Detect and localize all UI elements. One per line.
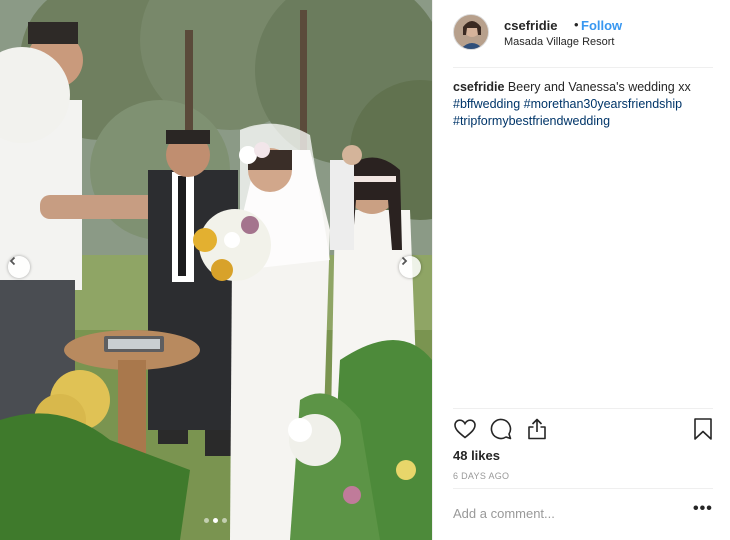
post-location[interactable]: Masada Village Resort bbox=[504, 36, 614, 48]
caption-username[interactable]: csefridie bbox=[453, 80, 504, 94]
chevron-left-icon bbox=[9, 256, 16, 266]
hashtag-link[interactable]: #morethan30yearsfriendship bbox=[524, 97, 682, 111]
heart-icon[interactable] bbox=[453, 417, 477, 441]
comment-icon[interactable] bbox=[489, 417, 513, 441]
share-icon[interactable] bbox=[525, 417, 549, 441]
next-photo-button[interactable] bbox=[399, 256, 421, 278]
post-timestamp[interactable]: 6 DAYS AGO bbox=[453, 471, 509, 481]
like-count[interactable]: 48 likes bbox=[453, 448, 500, 463]
carousel-dots bbox=[204, 518, 227, 523]
caption-text: Beery and Vanessa's wedding xx bbox=[507, 80, 691, 94]
chevron-right-icon bbox=[401, 256, 408, 266]
follow-button[interactable]: Follow bbox=[581, 18, 622, 33]
post-side-panel: csefridie • Follow Masada Village Resort… bbox=[432, 0, 730, 540]
hashtag-link[interactable]: #tripformybestfriendwedding bbox=[453, 114, 610, 128]
post-photo[interactable] bbox=[0, 0, 432, 540]
carousel-dot-active bbox=[213, 518, 218, 523]
wedding-photo-illustration bbox=[0, 0, 432, 540]
previous-photo-button[interactable] bbox=[8, 256, 30, 278]
actions-divider bbox=[453, 408, 713, 409]
post-author-username[interactable]: csefridie bbox=[504, 18, 557, 33]
header-divider bbox=[453, 67, 713, 68]
bookmark-icon[interactable] bbox=[691, 417, 715, 441]
carousel-dot bbox=[204, 518, 209, 523]
avatar[interactable] bbox=[453, 14, 489, 50]
more-options-button[interactable]: ••• bbox=[693, 500, 713, 518]
header-separator: • bbox=[574, 17, 579, 32]
carousel-dot bbox=[222, 518, 227, 523]
add-comment-input[interactable] bbox=[453, 503, 673, 523]
post-caption: csefridie Beery and Vanessa's wedding xx… bbox=[453, 79, 715, 130]
hashtag-link[interactable]: #bffwedding bbox=[453, 97, 520, 111]
post-header: csefridie • Follow Masada Village Resort bbox=[453, 14, 713, 54]
post-actions bbox=[453, 417, 715, 445]
avatar-image bbox=[454, 15, 488, 49]
comment-divider bbox=[453, 488, 713, 489]
